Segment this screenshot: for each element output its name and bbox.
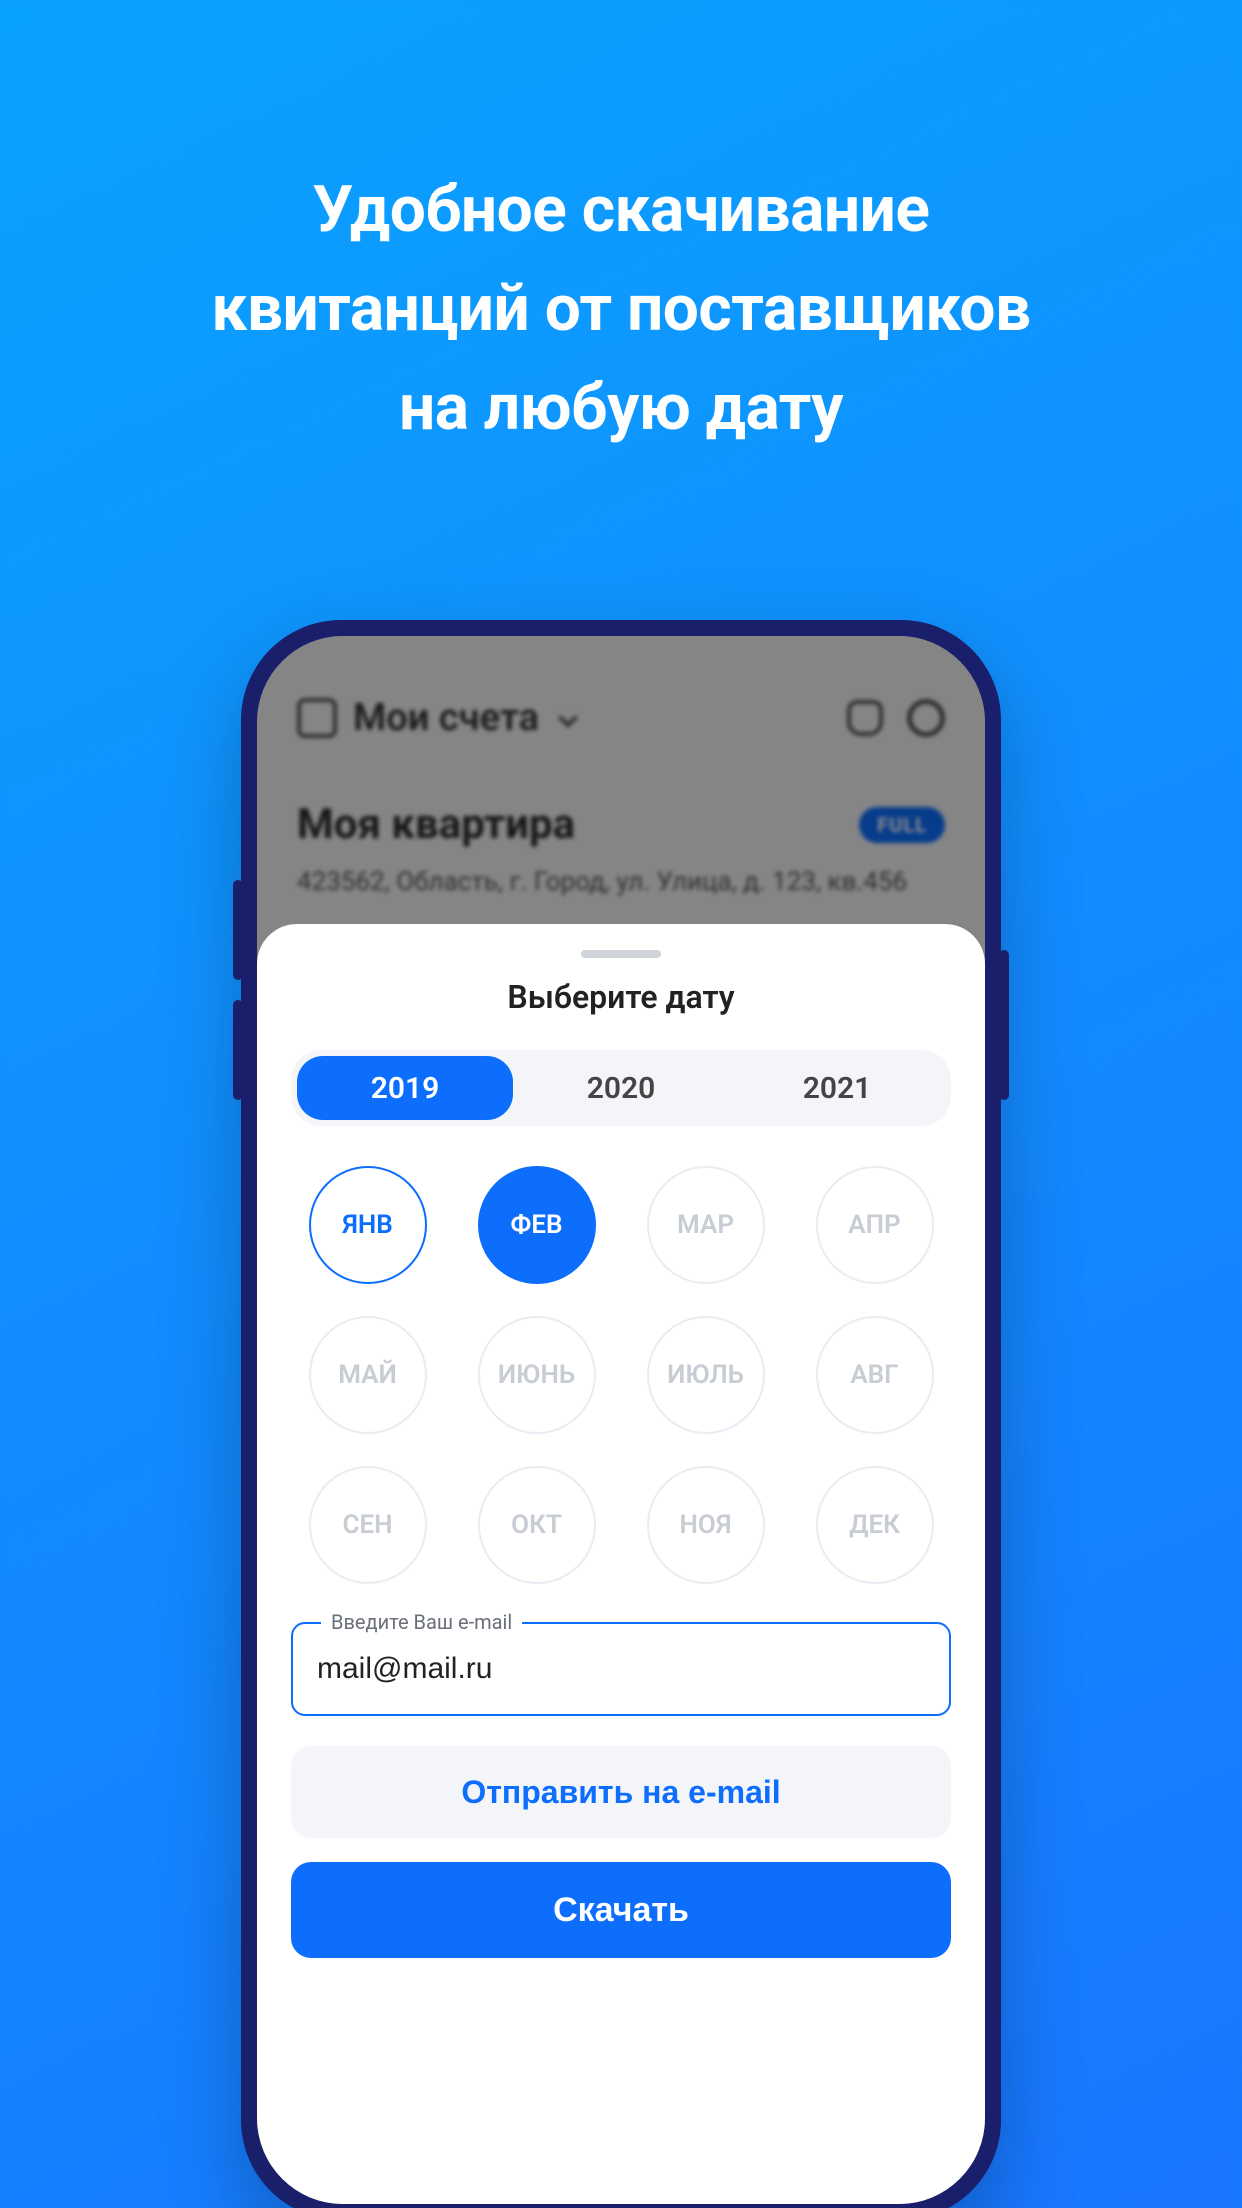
download-button[interactable]: Скачать [291,1862,951,1958]
month-mar: МАР [647,1166,765,1284]
email-field-container[interactable]: Введите Ваш e-mail [291,1622,951,1716]
month-nov: НОЯ [647,1466,765,1584]
month-feb[interactable]: ФЕВ [478,1166,596,1284]
phone-volume-up [233,880,243,980]
headline-line-3: на любую дату [0,358,1242,457]
sheet-title: Выберите дату [291,978,951,1016]
month-grid: ЯНВ ФЕВ МАР АПР МАЙ ИЮНЬ ИЮЛЬ АВГ СЕН ОК… [291,1166,951,1584]
year-option-2021[interactable]: 2021 [729,1056,945,1120]
phone-mockup: Мои счета Моя квартира FULL 423562, Обла… [241,620,1001,2208]
month-sep: СЕН [309,1466,427,1584]
phone-volume-down [233,1000,243,1100]
month-jun: ИЮНЬ [478,1316,596,1434]
month-may: МАЙ [309,1316,427,1434]
year-option-2020[interactable]: 2020 [513,1056,729,1120]
month-apr: АПР [816,1166,934,1284]
sheet-grabber[interactable] [581,950,661,958]
month-aug: АВГ [816,1316,934,1434]
phone-screen: Мои счета Моя квартира FULL 423562, Обла… [257,636,985,2204]
year-segmented-control: 2019 2020 2021 [291,1050,951,1126]
month-jan[interactable]: ЯНВ [309,1166,427,1284]
headline-line-1: Удобное скачивание [0,160,1242,259]
email-input[interactable] [317,1652,925,1686]
year-option-2019[interactable]: 2019 [297,1056,513,1120]
email-label: Введите Ваш e-mail [321,1610,522,1634]
month-oct: ОКТ [478,1466,596,1584]
date-picker-sheet: Выберите дату 2019 2020 2021 ЯНВ ФЕВ МАР… [257,924,985,2204]
send-email-button[interactable]: Отправить на e-mail [291,1746,951,1838]
month-dec: ДЕК [816,1466,934,1584]
marketing-headline: Удобное скачивание квитанций от поставщи… [0,160,1242,458]
headline-line-2: квитанций от поставщиков [0,259,1242,358]
phone-power [999,950,1009,1100]
month-jul: ИЮЛЬ [647,1316,765,1434]
